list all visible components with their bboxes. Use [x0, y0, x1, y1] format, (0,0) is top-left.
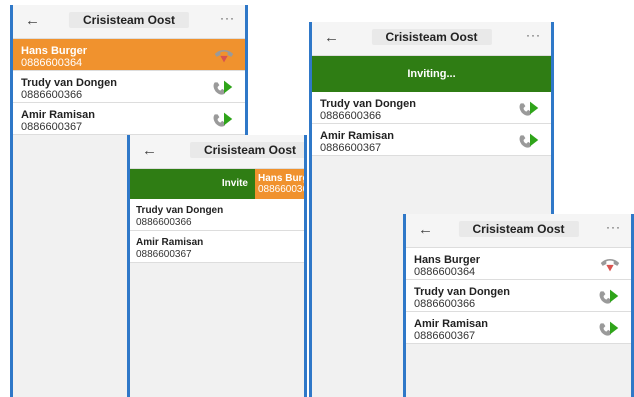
more-menu-icon[interactable]: ···: [526, 28, 541, 42]
page-title: Crisisteam Oost: [189, 142, 304, 158]
contact-number: 0886600367: [136, 249, 192, 260]
back-arrow-icon[interactable]: ←: [418, 221, 433, 238]
phone-screen-team-list-idle: ← Crisisteam Oost ··· Hans Burger 088660…: [403, 214, 634, 397]
invite-action[interactable]: Invite: [222, 178, 248, 189]
contact-name: Hans Burger: [21, 45, 88, 57]
contact-name: Trudy van Dongen: [21, 77, 117, 89]
contact-number: 0886600366: [136, 217, 192, 228]
contact-row[interactable]: Trudy van Dongen 0886600366: [312, 92, 551, 124]
contact-number: 0886600364: [21, 57, 83, 69]
page-title: Crisisteam Oost: [458, 221, 579, 237]
hangup-phone-icon[interactable]: [599, 253, 621, 275]
header: ← Crisisteam Oost: [130, 135, 304, 169]
swipe-row[interactable]: Invite Hans Burger 0886600364: [130, 169, 304, 199]
contact-name: Hans Burger: [258, 173, 304, 184]
contact-row[interactable]: Trudy van Dongen 0886600366: [406, 280, 631, 312]
call-phone-icon[interactable]: [213, 76, 235, 98]
contact-name: Trudy van Dongen: [414, 286, 510, 298]
contact-number: 0886600367: [21, 121, 83, 133]
inviting-status-banner: Inviting...: [312, 56, 551, 92]
contact-row[interactable]: Amir Ramisan 0886600367: [312, 124, 551, 156]
header: ← Crisisteam Oost ···: [312, 22, 551, 56]
contact-name: Amir Ramisan: [414, 318, 488, 330]
contact-number: 0886600367: [414, 330, 476, 342]
page-title: Crisisteam Oost: [68, 12, 190, 28]
contact-number: 0886600367: [320, 142, 382, 154]
header: ← Crisisteam Oost ···: [406, 214, 631, 248]
call-phone-icon[interactable]: [519, 97, 541, 119]
contact-name: Hans Burger: [414, 254, 481, 266]
contact-number: 0886600364: [258, 184, 304, 195]
more-menu-icon[interactable]: ···: [606, 220, 621, 234]
hangup-phone-icon[interactable]: [213, 44, 235, 66]
contact-row-selected[interactable]: Hans Burger 0886600364: [13, 39, 245, 71]
back-arrow-icon[interactable]: ←: [142, 142, 157, 159]
contact-name: Amir Ramisan: [136, 237, 204, 248]
contact-name: Amir Ramisan: [21, 109, 95, 121]
contact-row[interactable]: Amir Ramisan 0886600367: [130, 231, 304, 263]
phone-screen-swipe-invite: ← Crisisteam Oost Invite Hans Burger 088…: [127, 135, 307, 397]
contact-name: Amir Ramisan: [320, 130, 394, 142]
contact-name: Trudy van Dongen: [136, 205, 224, 216]
page-title: Crisisteam Oost: [371, 29, 492, 45]
more-menu-icon[interactable]: ···: [220, 11, 235, 25]
contact-number: 0886600366: [21, 89, 83, 101]
back-arrow-icon[interactable]: ←: [25, 12, 40, 29]
call-phone-icon[interactable]: [599, 285, 621, 307]
contact-row[interactable]: Amir Ramisan 0886600367: [406, 312, 631, 344]
contact-row[interactable]: Hans Burger 0886600364: [406, 248, 631, 280]
contact-row-swiped[interactable]: Hans Burger 0886600364: [255, 169, 304, 199]
contact-row[interactable]: Trudy van Dongen 0886600366: [130, 199, 304, 231]
back-arrow-icon[interactable]: ←: [324, 29, 339, 46]
contact-name: Trudy van Dongen: [320, 98, 416, 110]
call-phone-icon[interactable]: [599, 317, 621, 339]
header: ← Crisisteam Oost ···: [13, 5, 245, 39]
contact-row[interactable]: Trudy van Dongen 0886600366: [13, 71, 245, 103]
contact-number: 0886600364: [414, 266, 476, 278]
contact-row[interactable]: Amir Ramisan 0886600367: [13, 103, 245, 135]
contact-number: 0886600366: [320, 110, 382, 122]
call-phone-icon[interactable]: [213, 108, 235, 130]
call-phone-icon[interactable]: [519, 129, 541, 151]
contact-number: 0886600366: [414, 298, 476, 310]
